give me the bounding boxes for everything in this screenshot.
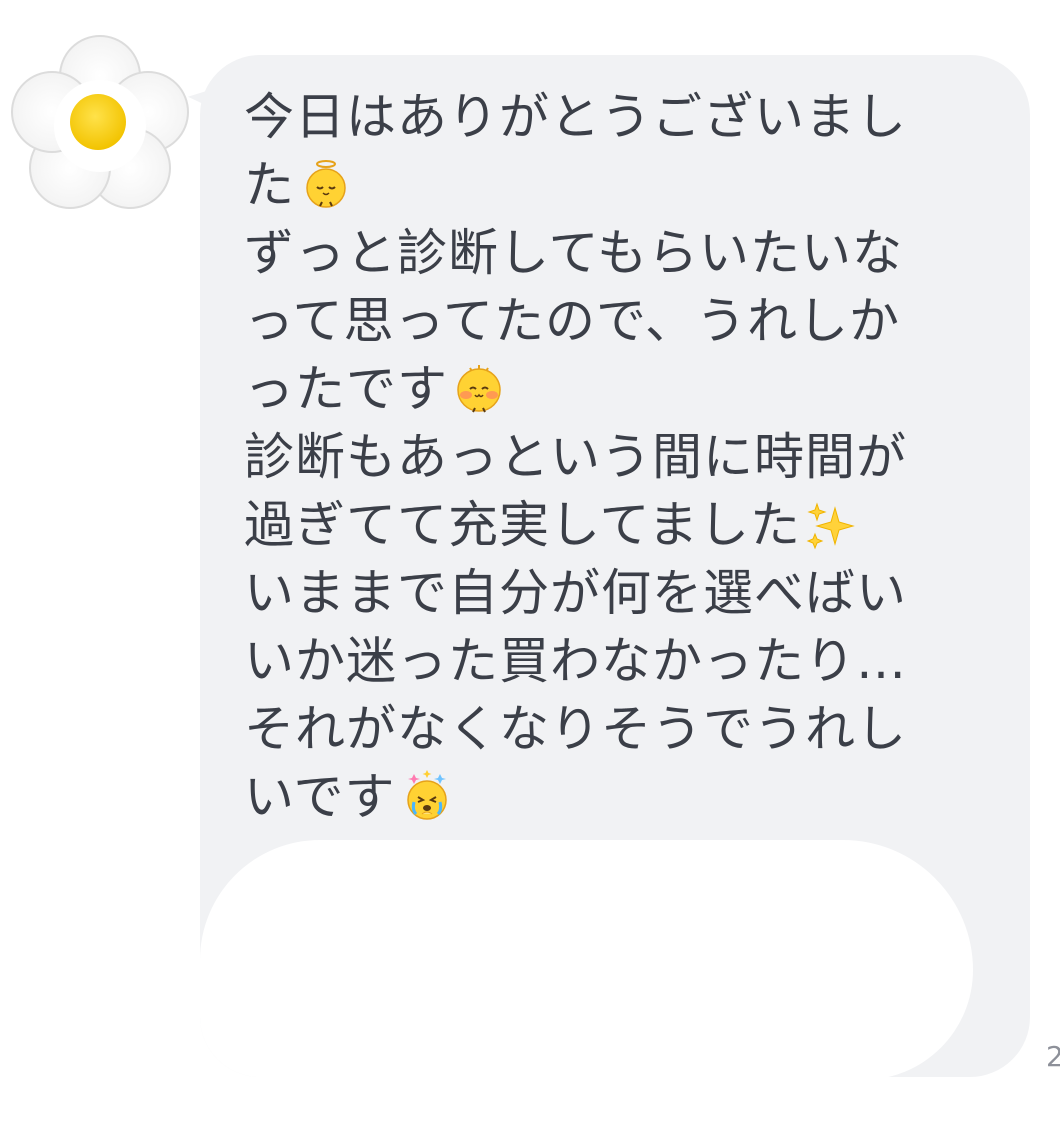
message-timestamp: 2 — [1046, 1040, 1060, 1073]
message-line: ずっと診断してもらいたいな — [244, 224, 903, 282]
message-line: ったです — [244, 355, 944, 423]
message-line: いか迷った買わなかったり… — [244, 632, 907, 690]
message-line: それがなくなりそうでうれし — [244, 700, 907, 758]
sparkles-icon — [806, 502, 855, 550]
daisy-flower-icon — [11, 35, 189, 209]
message-bubble[interactable]: 今日はありがとうございまし た ずっと診断してもらいたいな って思ってたので、う… — [200, 55, 1030, 1077]
message-line: って思ってたので、うれしか — [244, 292, 900, 350]
message-line: いです — [244, 763, 944, 831]
message-line: 今日はありがとうございまし — [244, 88, 907, 146]
chick-blush-icon — [457, 365, 501, 413]
chick-halo-icon — [306, 160, 346, 208]
message-line: いままで自分が何を選べばい — [244, 564, 907, 622]
chick-crying-icon — [406, 770, 447, 820]
message-line: 過ぎてて充実してました — [244, 491, 944, 559]
message-line: た — [244, 151, 944, 219]
redacted-area — [200, 840, 973, 1077]
avatar[interactable] — [8, 30, 192, 210]
message-line: 診断もあっという間に時間が — [244, 428, 907, 486]
message-text: 今日はありがとうございまし た ずっと診断してもらいたいな って思ってたので、う… — [244, 83, 944, 831]
